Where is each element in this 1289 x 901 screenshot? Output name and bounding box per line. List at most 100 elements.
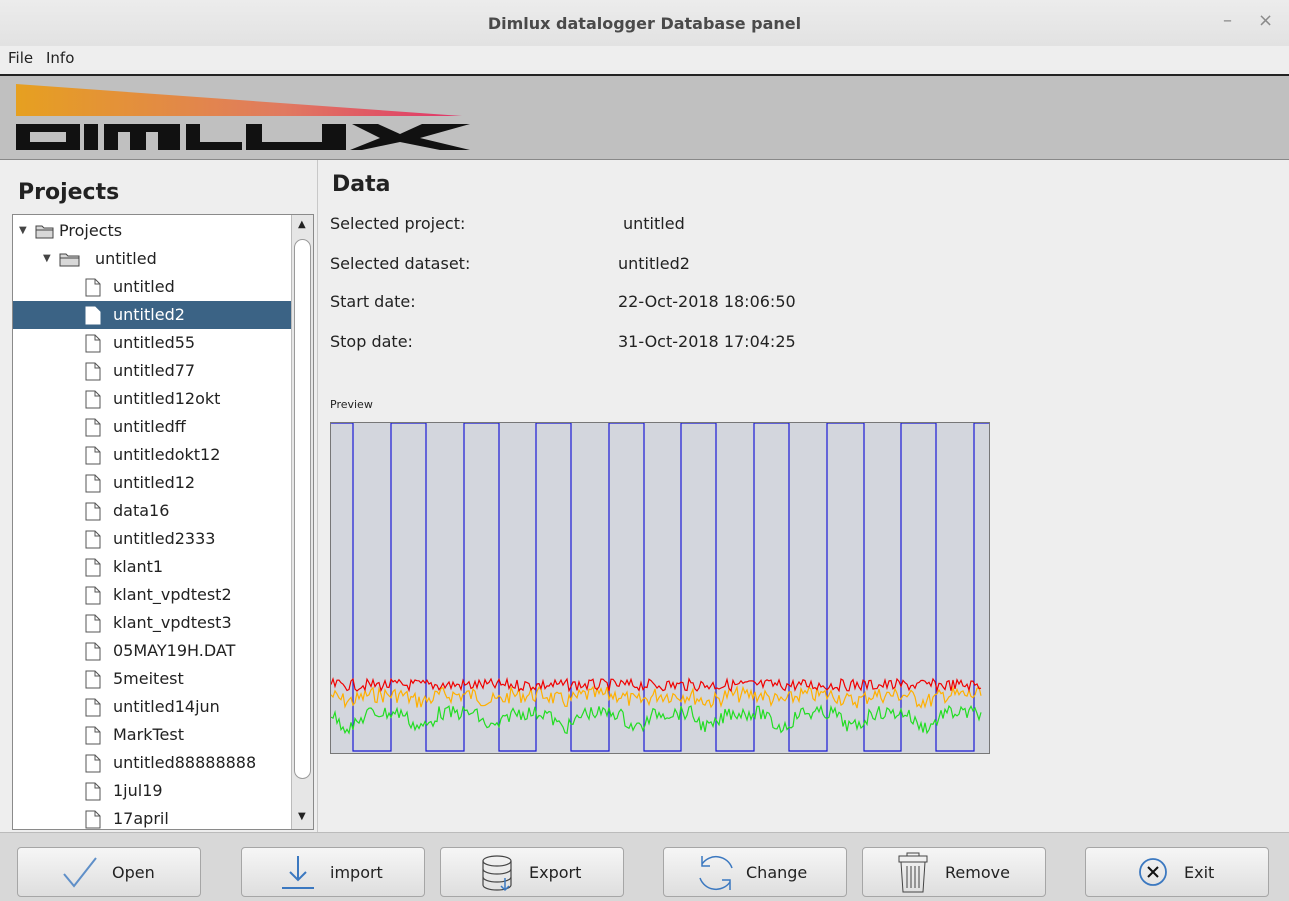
file-icon — [85, 558, 101, 577]
change-button-label: Change — [746, 863, 808, 882]
tree-dataset-label: 1jul19 — [113, 781, 163, 800]
tree-dataset-item[interactable]: klant1 — [13, 553, 291, 581]
close-button[interactable]: × — [1258, 10, 1273, 31]
tree-dataset-item[interactable]: untitledokt12 — [13, 441, 291, 469]
file-icon — [85, 754, 101, 773]
preview-chart-svg — [330, 422, 989, 752]
scroll-down-icon[interactable]: ▼ — [298, 811, 306, 822]
exit-button[interactable]: Exit — [1085, 847, 1269, 897]
tree-dataset-item[interactable]: untitled12 — [13, 469, 291, 497]
file-icon — [85, 614, 101, 633]
tree-dataset-label: data16 — [113, 501, 170, 520]
file-icon — [85, 306, 101, 325]
preview-label: Preview — [330, 398, 373, 411]
tree-dataset-item[interactable]: 17april — [13, 805, 291, 829]
expand-arrow-icon[interactable]: ▼ — [19, 217, 27, 245]
tree-dataset-label: untitled2 — [113, 305, 185, 324]
tree-dataset-label: untitled14jun — [113, 697, 220, 716]
selected-dataset-label: Selected dataset: — [330, 254, 471, 273]
import-button[interactable]: import — [241, 847, 425, 897]
selected-project-label: Selected project: — [330, 214, 466, 233]
tree-dataset-item[interactable]: untitled2 — [13, 301, 291, 329]
tree-dataset-item[interactable]: untitled12okt — [13, 385, 291, 413]
stop-date-label: Stop date: — [330, 332, 413, 351]
scroll-up-icon[interactable]: ▲ — [298, 219, 306, 230]
tree-scrollbar[interactable]: ▲ ▼ — [291, 215, 313, 829]
tree-dataset-label: 17april — [113, 809, 169, 828]
tree-dataset-item[interactable]: untitled55 — [13, 329, 291, 357]
tree-project[interactable]: ▼ untitled — [13, 245, 291, 273]
tree-dataset-item[interactable]: untitled88888888 — [13, 749, 291, 777]
app-window: Dimlux datalogger Database panel – × Fil… — [0, 0, 1289, 901]
minimize-button[interactable]: – — [1223, 10, 1232, 31]
data-panel: Data Selected project: untitled Selected… — [318, 160, 1289, 832]
menu-file[interactable]: File — [8, 49, 33, 67]
tree-dataset-label: 5meitest — [113, 669, 184, 688]
tree-dataset-label: untitled55 — [113, 333, 196, 352]
tree-dataset-label: klant1 — [113, 557, 164, 576]
export-button-label: Export — [529, 863, 582, 882]
tree-dataset-item[interactable]: 1jul19 — [13, 777, 291, 805]
open-button[interactable]: Open — [17, 847, 201, 897]
database-icon — [482, 855, 512, 892]
trash-icon — [898, 852, 928, 893]
series-blue — [331, 422, 989, 752]
scroll-thumb[interactable] — [294, 239, 311, 779]
button-bar: Open import Export Change Remove Exit — [0, 832, 1289, 901]
tree-dataset-item[interactable]: untitled — [13, 273, 291, 301]
data-heading: Data — [332, 172, 391, 197]
tree-dataset-item[interactable]: klant_vpdtest3 — [13, 609, 291, 637]
file-icon — [85, 530, 101, 549]
tree-dataset-item[interactable]: 5meitest — [13, 665, 291, 693]
tree-dataset-label: untitled2333 — [113, 529, 216, 548]
file-icon — [85, 446, 101, 465]
tree-dataset-label: untitled12 — [113, 473, 196, 492]
tree-dataset-label: MarkTest — [113, 725, 184, 744]
preview-chart — [330, 422, 990, 754]
download-icon — [282, 856, 314, 889]
file-icon — [85, 390, 101, 409]
file-icon — [85, 502, 101, 521]
selected-dataset-value: untitled2 — [618, 254, 690, 273]
tree-dataset-item[interactable]: untitled14jun — [13, 693, 291, 721]
file-icon — [85, 362, 101, 381]
open-button-label: Open — [112, 863, 155, 882]
tree-dataset-label: 05MAY19H.DAT — [113, 641, 236, 660]
folder-icon — [35, 225, 54, 239]
projects-heading: Projects — [18, 180, 120, 205]
remove-button[interactable]: Remove — [862, 847, 1046, 897]
stop-date-value: 31-Oct-2018 17:04:25 — [618, 332, 796, 351]
exit-button-label: Exit — [1184, 863, 1215, 882]
file-icon — [85, 670, 101, 689]
file-icon — [85, 334, 101, 353]
tree-dataset-item[interactable]: untitledff — [13, 413, 291, 441]
tree-dataset-item[interactable]: untitled77 — [13, 357, 291, 385]
window-title: Dimlux datalogger Database panel — [487, 14, 802, 33]
tree-dataset-label: untitledff — [113, 417, 186, 436]
close-circle-icon — [1139, 858, 1167, 886]
refresh-icon — [699, 855, 733, 891]
series-red — [330, 676, 982, 693]
tree-dataset-item[interactable]: data16 — [13, 497, 291, 525]
tree-dataset-item[interactable]: 05MAY19H.DAT — [13, 637, 291, 665]
export-button[interactable]: Export — [440, 847, 624, 897]
tree-dataset-label: untitledokt12 — [113, 445, 221, 464]
file-icon — [85, 642, 101, 661]
start-date-value: 22-Oct-2018 18:06:50 — [618, 292, 796, 311]
tree-dataset-label: untitled88888888 — [113, 753, 257, 772]
menu-info[interactable]: Info — [46, 49, 74, 67]
expand-arrow-icon[interactable]: ▼ — [43, 245, 51, 273]
projects-panel: Projects ▼ Projects ▼ untitled untitled u… — [0, 160, 318, 832]
project-tree[interactable]: ▼ Projects ▼ untitled untitled untitled2 u… — [12, 214, 314, 830]
tree-dataset-item[interactable]: klant_vpdtest2 — [13, 581, 291, 609]
tree-root[interactable]: ▼ Projects — [13, 217, 291, 245]
file-icon — [85, 810, 101, 829]
banner — [0, 74, 1289, 160]
tree-dataset-label: untitled — [113, 277, 175, 296]
folder-icon — [59, 253, 80, 267]
title-bar[interactable]: Dimlux datalogger Database panel – × — [0, 0, 1289, 46]
change-button[interactable]: Change — [663, 847, 847, 897]
tree-dataset-item[interactable]: untitled2333 — [13, 525, 291, 553]
tree-dataset-label: untitled77 — [113, 361, 196, 380]
tree-dataset-item[interactable]: MarkTest — [13, 721, 291, 749]
